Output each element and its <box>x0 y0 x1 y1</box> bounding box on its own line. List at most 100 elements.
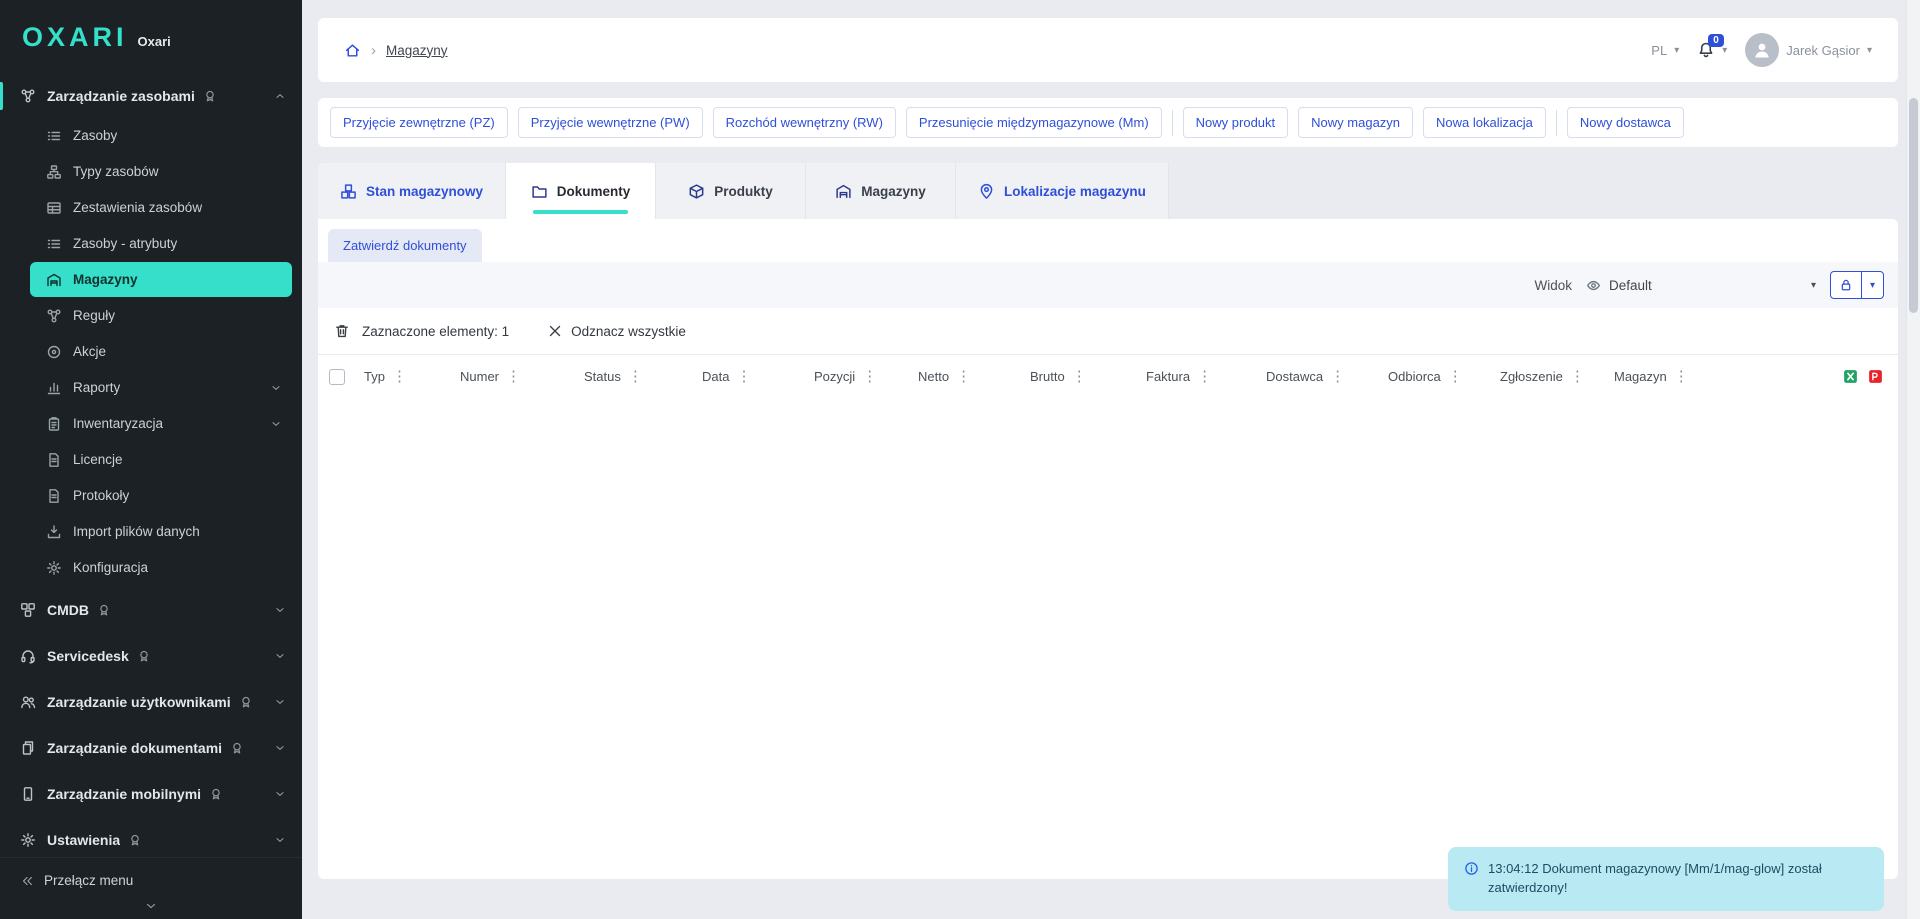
sidebar-item-label: Zestawienia zasobów <box>73 200 202 215</box>
doc-icon <box>46 488 62 504</box>
users-icon <box>20 694 36 710</box>
sidebar-item-label: Reguły <box>73 308 115 323</box>
sidebar-section-zarządzanie-dokumentami[interactable]: Zarządzanie dokumentami <box>0 727 302 769</box>
breadcrumb-current[interactable]: Magazyny <box>386 43 448 58</box>
chev-down-icon <box>274 650 286 662</box>
tab-dokumenty[interactable]: Dokumenty <box>506 163 656 219</box>
language-switcher[interactable]: PL ▾ <box>1651 43 1679 58</box>
sidebar-section-zarządzanie-użytkownikami[interactable]: Zarządzanie użytkownikami <box>0 681 302 723</box>
sidebar-item-raporty[interactable]: Raporty <box>30 370 292 405</box>
page-scrollbar <box>1906 0 1920 919</box>
lock-dropdown[interactable]: ▾ <box>1861 272 1883 298</box>
column-menu-icon[interactable]: ⋮ <box>1672 369 1691 384</box>
sidebar-item-licencje[interactable]: Licencje <box>30 442 292 477</box>
toast-message: 13:04:12 Dokument magazynowy [Mm/1/mag-g… <box>1488 860 1868 898</box>
sidebar-footer: Przełącz menu <box>0 857 302 919</box>
notification-badge: 0 <box>1708 34 1724 47</box>
sidebar: OXARI Oxari Zarządzanie zasobamiZasobyTy… <box>0 0 302 919</box>
sidebar-item-label: Raporty <box>73 380 120 395</box>
sidebar-section-cmdb[interactable]: CMDB <box>0 589 302 631</box>
list-icon <box>46 128 62 144</box>
column-label: Faktura <box>1146 369 1190 384</box>
sidebar-section-zarządzanie-mobilnymi[interactable]: Zarządzanie mobilnymi <box>0 773 302 815</box>
sidebar-item-zasoby[interactable]: Zasoby <box>30 118 292 153</box>
main-area: › Magazyny PL ▾ 0 ▾ Jarek Gąsior ▾ Przyj… <box>302 0 1920 919</box>
pdf-icon[interactable] <box>1867 368 1884 385</box>
sidebar-item-label: Import plików danych <box>73 524 200 539</box>
view-value: Default <box>1609 278 1652 293</box>
column-label: Pozycji <box>814 369 855 384</box>
column-menu-icon[interactable]: ⋮ <box>504 369 523 384</box>
scrollbar-thumb[interactable] <box>1909 98 1918 313</box>
column-menu-icon[interactable]: ⋮ <box>1070 369 1089 384</box>
view-select[interactable]: Default ▾ <box>1586 278 1816 293</box>
doc-icon <box>46 452 62 468</box>
action-button-przyjęcie-wewnętrzne-pw[interactable]: Przyjęcie wewnętrzne (PW) <box>518 107 703 138</box>
notifications-button[interactable]: 0 ▾ <box>1697 41 1727 59</box>
column-menu-icon[interactable]: ⋮ <box>954 369 973 384</box>
sidebar-item-zestawienia-zasobów[interactable]: Zestawienia zasobów <box>30 190 292 225</box>
sidebar-item-label: Inwentaryzacja <box>73 416 163 431</box>
excel-icon[interactable] <box>1842 368 1859 385</box>
column-menu-icon[interactable]: ⋮ <box>626 369 645 384</box>
lock-view-button[interactable]: ▾ <box>1830 271 1884 299</box>
column-menu-icon[interactable]: ⋮ <box>390 369 409 384</box>
column-menu-icon[interactable]: ⋮ <box>1195 369 1214 384</box>
tab-produkty[interactable]: Produkty <box>656 163 806 219</box>
chevron-down-icon: ▾ <box>1811 280 1816 291</box>
tab-lokalizacje-magazynu[interactable]: Lokalizacje magazynu <box>956 163 1169 219</box>
breadcrumb: › Magazyny <box>344 42 448 59</box>
trash-icon[interactable] <box>334 323 350 339</box>
home-button[interactable] <box>344 42 361 59</box>
sidebar-item-inwentaryzacja[interactable]: Inwentaryzacja <box>30 406 292 441</box>
column-header-pozycji: Pozycji ⋮ <box>806 369 910 384</box>
logo-text: OXARI <box>22 22 128 53</box>
chev-down-icon <box>274 834 286 846</box>
sidebar-item-zasoby-atrybuty[interactable]: Zasoby - atrybuty <box>30 226 292 261</box>
sidebar-section-zarządzanie-zasobami[interactable]: Zarządzanie zasobami <box>0 75 302 117</box>
column-label: Status <box>584 369 621 384</box>
language-label: PL <box>1651 43 1667 58</box>
lock-segment[interactable] <box>1831 272 1861 298</box>
chevron-down-icon: ▾ <box>1870 280 1875 291</box>
sidebar-collapse-chevron[interactable] <box>0 897 302 915</box>
badge-icon <box>97 603 111 617</box>
approve-documents-button[interactable]: Zatwierdź dokumenty <box>328 229 482 262</box>
tab-magazyny[interactable]: Magazyny <box>806 163 956 219</box>
list-icon <box>46 236 62 252</box>
action-button-rozchód-wewnętrzny-rw[interactable]: Rozchód wewnętrzny (RW) <box>713 107 896 138</box>
action-button-nowy-magazyn[interactable]: Nowy magazyn <box>1298 107 1413 138</box>
table-filter-row <box>318 398 1898 444</box>
column-menu-icon[interactable]: ⋮ <box>1446 369 1465 384</box>
column-menu-icon[interactable]: ⋮ <box>860 369 879 384</box>
sidebar-item-label: Zasoby <box>73 128 117 143</box>
action-button-przesunięcie-międzymagazynowe-mm[interactable]: Przesunięcie międzymagazynowe (Mm) <box>906 107 1162 138</box>
sidebar-section-servicedesk[interactable]: Servicedesk <box>0 635 302 677</box>
column-header-numer: Numer⋮ <box>452 369 576 384</box>
sidebar-section-ustawienia[interactable]: Ustawienia <box>0 819 302 857</box>
action-button-nowy-produkt[interactable]: Nowy produkt <box>1183 107 1288 138</box>
pin-icon <box>978 183 995 200</box>
column-menu-icon[interactable]: ⋮ <box>734 369 753 384</box>
tab-stan-magazynowy[interactable]: Stan magazynowy <box>318 163 506 219</box>
sidebar-item-magazyny[interactable]: Magazyny <box>30 262 292 297</box>
sidebar-item-label: Akcje <box>73 344 106 359</box>
menu-toggle[interactable]: Przełącz menu <box>0 864 302 897</box>
sidebar-item-reguły[interactable]: Reguły <box>30 298 292 333</box>
action-button-nowa-lokalizacja[interactable]: Nowa lokalizacja <box>1423 107 1546 138</box>
sidebar-item-typy-zasobów[interactable]: Typy zasobów <box>30 154 292 189</box>
clear-selection-button[interactable]: Odznacz wszystkie <box>547 323 686 339</box>
column-menu-icon[interactable]: ⋮ <box>1568 369 1587 384</box>
selected-count-label: Zaznaczone elementy: 1 <box>362 324 509 339</box>
select-all-checkbox[interactable] <box>329 369 345 385</box>
action-button-nowy-dostawca[interactable]: Nowy dostawca <box>1567 107 1684 138</box>
user-menu[interactable]: Jarek Gąsior ▾ <box>1745 33 1872 67</box>
sidebar-item-import-plików-danych[interactable]: Import plików danych <box>30 514 292 549</box>
sidebar-item-akcje[interactable]: Akcje <box>30 334 292 369</box>
column-label: Data <box>702 369 729 384</box>
sidebar-item-protokoły[interactable]: Protokoły <box>30 478 292 513</box>
action-button-przyjęcie-zewnętrzne-pz[interactable]: Przyjęcie zewnętrzne (PZ) <box>330 107 508 138</box>
sidebar-item-konfiguracja[interactable]: Konfiguracja <box>30 550 292 585</box>
column-menu-icon[interactable]: ⋮ <box>1328 369 1347 384</box>
box-icon <box>688 183 705 200</box>
